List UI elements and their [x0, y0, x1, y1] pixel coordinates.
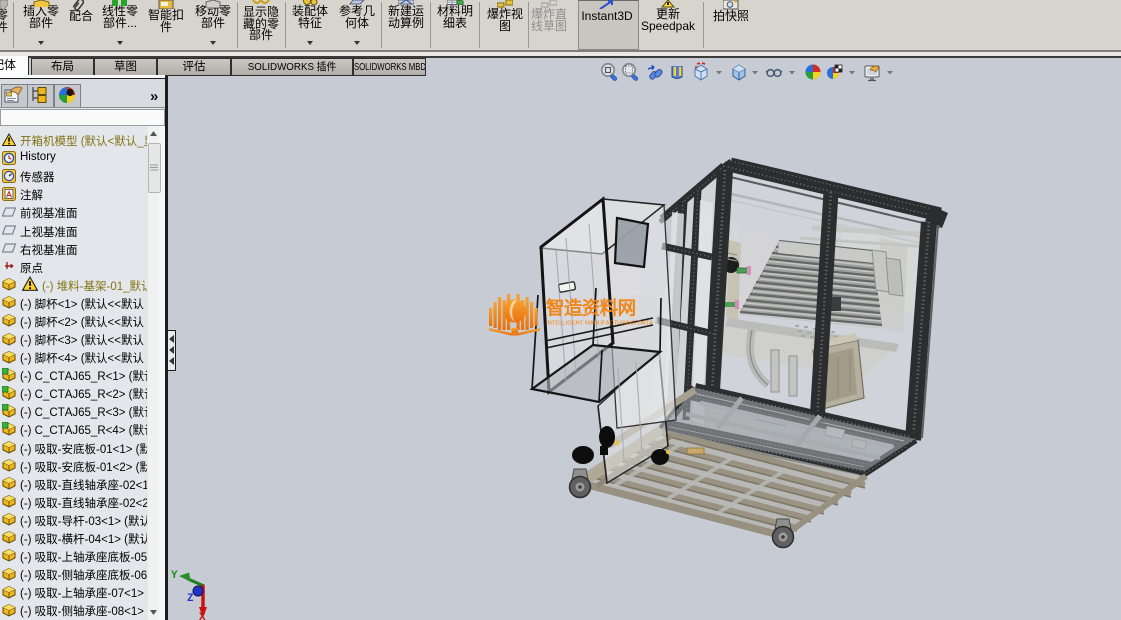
svg-text:智造资料网: 智造资料网: [546, 298, 636, 319]
svg-text:INTELLIGENT MANUFACTURING DATA: INTELLIGENT MANUFACTURING DATA: [546, 321, 653, 327]
svg-text:Y: Y: [171, 570, 178, 582]
svg-text:X: X: [199, 612, 206, 620]
svg-text:Z: Z: [187, 593, 194, 605]
